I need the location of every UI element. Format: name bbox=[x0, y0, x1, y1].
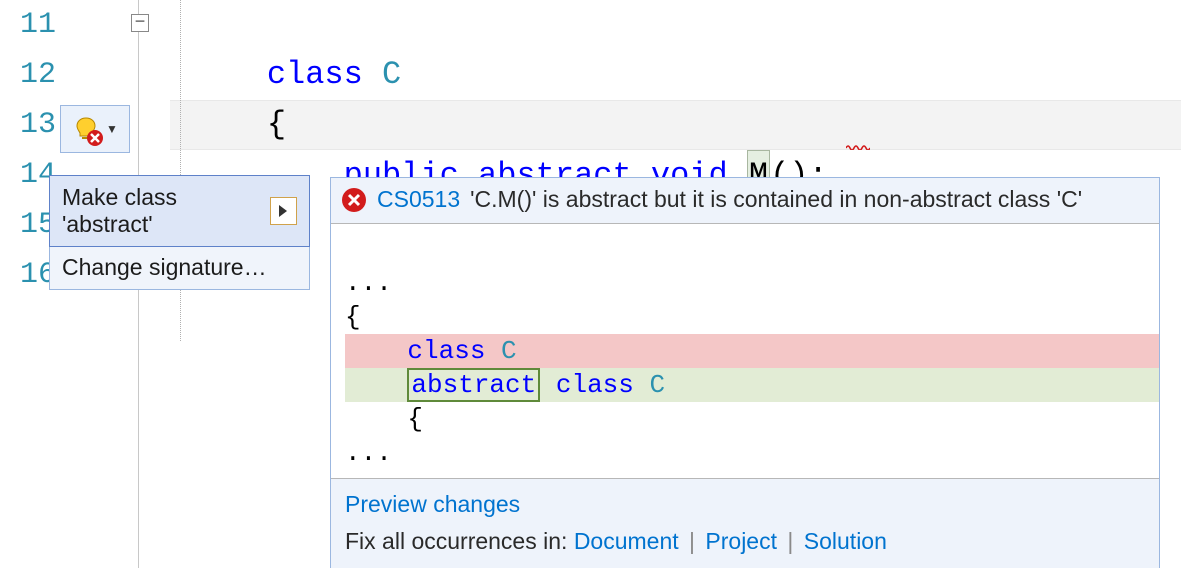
diff-preview: ... { class C abstract class C { ... bbox=[331, 224, 1159, 478]
diff-removed-line: class C bbox=[345, 334, 1159, 368]
preview-footer: Preview changes Fix all occurrences in: … bbox=[331, 478, 1159, 568]
chevron-down-icon: ▼ bbox=[106, 122, 118, 136]
fix-scope-document[interactable]: Document bbox=[574, 528, 679, 554]
error-message: 'C.M()' is abstract but it is contained … bbox=[470, 186, 1082, 213]
diff-line: { bbox=[345, 404, 423, 434]
action-change-signature[interactable]: Change signature… bbox=[50, 246, 309, 289]
preview-header: CS0513 'C.M()' is abstract but it is con… bbox=[331, 178, 1159, 224]
diff-ellipsis: ... bbox=[345, 438, 392, 468]
action-label: Change signature… bbox=[62, 254, 267, 281]
action-label: Make class 'abstract' bbox=[62, 184, 270, 238]
brace: { bbox=[267, 106, 286, 143]
error-squiggle bbox=[846, 144, 868, 150]
diff-added-token: abstract bbox=[407, 368, 540, 402]
keyword-class: class bbox=[267, 56, 363, 93]
quick-actions-button[interactable]: ▼ bbox=[60, 105, 130, 153]
quick-actions-menu: Make class 'abstract' Change signature… bbox=[49, 175, 310, 290]
fix-all-label: Fix all occurrences in: bbox=[345, 528, 567, 554]
error-icon bbox=[341, 187, 367, 213]
fix-preview-flyout: CS0513 'C.M()' is abstract but it is con… bbox=[330, 177, 1160, 568]
fold-toggle[interactable]: − bbox=[131, 14, 149, 32]
line-number: 13 bbox=[0, 100, 62, 150]
diff-line: { bbox=[345, 302, 361, 332]
diff-added-line: abstract class C bbox=[345, 368, 1159, 402]
separator: | bbox=[783, 528, 797, 554]
fix-scope-solution[interactable]: Solution bbox=[804, 528, 887, 554]
separator: | bbox=[685, 528, 699, 554]
action-make-abstract[interactable]: Make class 'abstract' bbox=[49, 175, 310, 247]
minus-icon: − bbox=[135, 14, 146, 32]
chevron-right-icon bbox=[277, 204, 289, 218]
diff-ellipsis: ... bbox=[345, 268, 392, 298]
code-editor[interactable]: class C { public abstract void M(); bbox=[190, 0, 1181, 202]
lightbulb-error-icon bbox=[72, 115, 100, 143]
line-number: 11 bbox=[0, 0, 62, 50]
submenu-expand[interactable] bbox=[270, 197, 297, 225]
fix-scope-project[interactable]: Project bbox=[705, 528, 777, 554]
type-name: C bbox=[382, 56, 401, 93]
line-number: 12 bbox=[0, 50, 62, 100]
preview-changes-link[interactable]: Preview changes bbox=[345, 491, 520, 517]
error-code-link[interactable]: CS0513 bbox=[377, 186, 460, 213]
